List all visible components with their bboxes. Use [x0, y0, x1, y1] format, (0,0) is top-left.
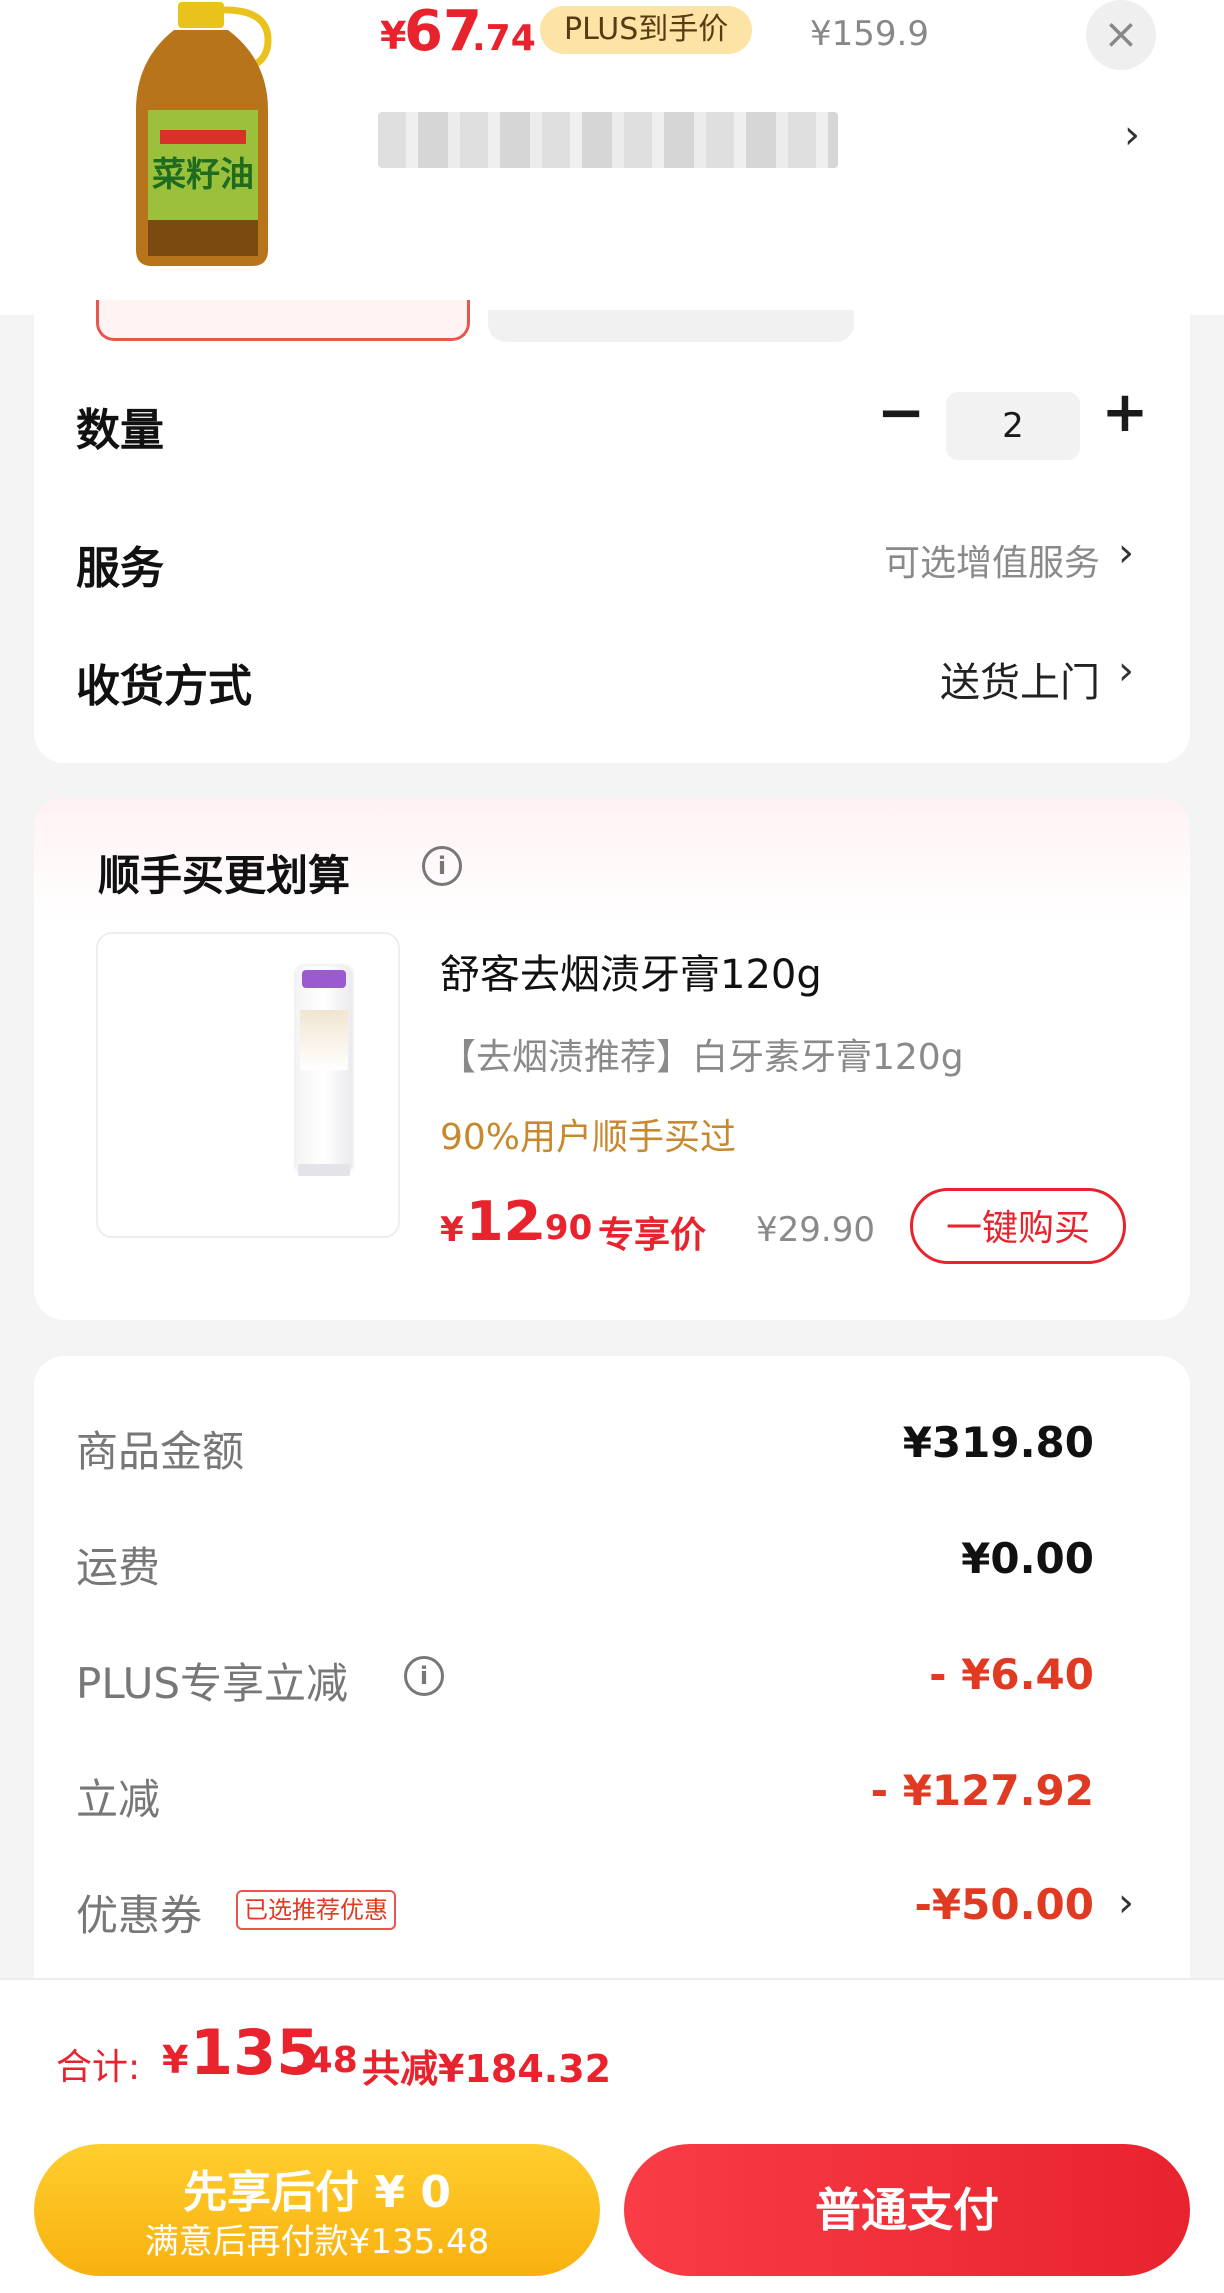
quantity-minus-button[interactable]: −: [876, 380, 926, 450]
oil-bottle-image: 菜籽油: [68, 0, 338, 272]
recommend-item-subtitle: 【去烟渍推荐】白牙素牙膏120g: [440, 1037, 964, 1078]
price-decimal: .74: [472, 18, 536, 59]
recommend-item-image[interactable]: [96, 932, 400, 1238]
recommend-item-name[interactable]: 舒客去烟渍牙膏120g: [440, 942, 822, 1000]
spec-option[interactable]: [488, 310, 854, 342]
recommend-price-tag: 专享价: [598, 1215, 707, 1256]
quantity-input[interactable]: 2: [946, 392, 1080, 460]
product-image[interactable]: 菜籽油: [68, 0, 338, 272]
original-price: ¥159.9: [810, 14, 929, 54]
total-symbol: ¥: [162, 2038, 189, 2082]
shipping-label: 运费: [76, 1543, 161, 1592]
quantity-label: 数量: [76, 405, 164, 456]
price-symbol: ¥: [380, 14, 407, 58]
instant-discount-label: 立减: [76, 1775, 161, 1824]
coupon-value[interactable]: -¥50.00: [694, 1880, 1094, 1929]
svg-text:菜籽油: 菜籽油: [152, 155, 254, 195]
chevron-right-icon[interactable]: ›: [1118, 648, 1134, 694]
plus-price-badge: PLUS到手价: [540, 6, 753, 54]
recommend-price-decimal: .90: [532, 1208, 593, 1248]
coupon-label: 优惠券: [76, 1891, 203, 1940]
recommend-social-proof: 90%用户顺手买过: [440, 1117, 737, 1158]
info-icon[interactable]: i: [422, 846, 462, 886]
plus-discount-value: - ¥6.40: [929, 1650, 1094, 1699]
quantity-plus-button[interactable]: +: [1098, 380, 1152, 450]
delivery-value[interactable]: 送货上门: [800, 650, 1100, 708]
pay-later-subtitle[interactable]: 满意后再付款¥135.48: [34, 2214, 600, 2263]
recommend-original-price: ¥29.90: [756, 1210, 875, 1250]
toothpaste-stripe: [300, 1010, 348, 1070]
instant-discount-value: - ¥127.92: [870, 1766, 1094, 1815]
goods-amount-value: ¥319.80: [902, 1418, 1094, 1467]
service-value[interactable]: 可选增值服务: [800, 534, 1100, 586]
close-icon: ×: [1103, 9, 1139, 58]
shipping-value: ¥0.00: [961, 1534, 1094, 1583]
chevron-right-icon[interactable]: ›: [1118, 530, 1134, 576]
recommend-title: 顺手买更划算: [98, 851, 351, 900]
recommend-price-symbol: ¥: [440, 1210, 464, 1250]
price-integer: 67: [404, 0, 482, 64]
toothpaste-brand-label: [302, 970, 346, 988]
chevron-right-icon[interactable]: ›: [1118, 1880, 1134, 1926]
close-button[interactable]: ×: [1086, 0, 1156, 70]
recommend-price-integer: 12: [466, 1190, 542, 1253]
plus-discount-label: PLUS专享立减: [76, 1659, 349, 1708]
toothpaste-cap: [298, 1164, 350, 1176]
chevron-right-icon[interactable]: ›: [1124, 112, 1140, 158]
coupon-recommended-tag: 已选推荐优惠: [236, 1890, 396, 1930]
service-label: 服务: [76, 543, 164, 594]
one-click-buy-button[interactable]: 一键购买: [910, 1188, 1126, 1264]
normal-pay-button[interactable]: 普通支付: [624, 2144, 1190, 2276]
pay-later-title[interactable]: 先享后付 ¥ 0: [34, 2156, 600, 2220]
product-title-blurred[interactable]: [378, 112, 838, 168]
total-saved: 共减¥184.32: [362, 2047, 612, 2091]
total-decimal: .48: [294, 2040, 358, 2081]
goods-amount-label: 商品金额: [76, 1427, 245, 1476]
total-label: 合计:: [56, 2047, 141, 2088]
info-icon[interactable]: i: [404, 1656, 444, 1696]
spec-option-selected[interactable]: [96, 300, 470, 341]
delivery-label: 收货方式: [76, 661, 252, 712]
